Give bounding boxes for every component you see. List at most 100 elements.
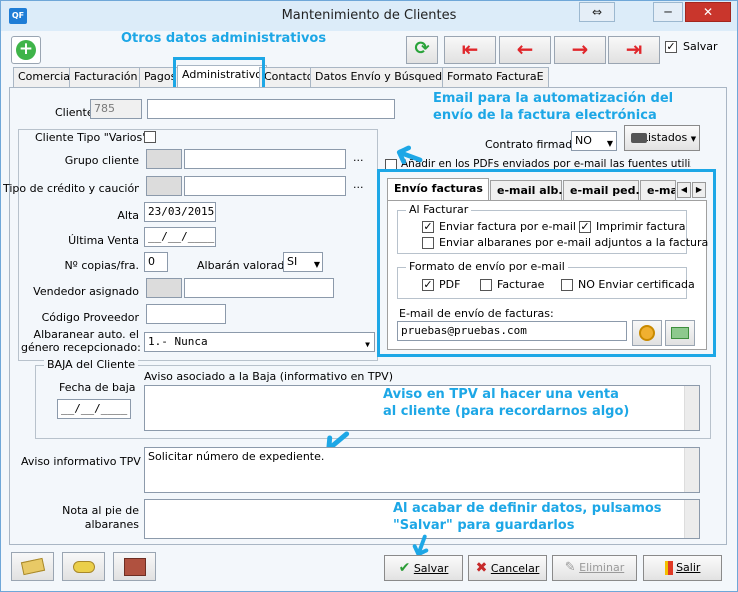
grupo-code-field[interactable] [146, 149, 182, 169]
email-tab-other[interactable]: e-mail [640, 180, 676, 201]
minimize-button[interactable]: ─ [653, 2, 683, 22]
tipo-varios-checkbox[interactable] [144, 131, 156, 143]
footer-tool-3-button[interactable] [113, 552, 156, 581]
vendedor-code-field[interactable] [146, 278, 182, 298]
salvar-checkbox[interactable]: ✓ [665, 41, 677, 53]
cliente-label: Cliente [55, 106, 94, 119]
annotation-salvar: Al acabar de definir datos, pulsamos "Sa… [393, 501, 662, 533]
grupo-name-field[interactable] [184, 149, 346, 169]
chevron-down-icon: ▼ [606, 139, 613, 148]
enviar-factura-checkbox[interactable]: ✓ [422, 221, 434, 233]
refresh-button[interactable]: ⟳ [406, 36, 438, 64]
cancelar-label: Cancelar [490, 562, 540, 575]
tab-datos-envio[interactable]: Datos Envío y Búsqueda [310, 67, 454, 87]
tab-scroll-left-icon[interactable]: ◀ [677, 182, 691, 198]
add-button[interactable]: + [11, 36, 41, 64]
previous-record-button[interactable]: ← [499, 36, 551, 64]
vendedor-name-field[interactable] [184, 278, 334, 298]
check-icon: ✔ [398, 560, 411, 576]
albaranear-value: 1.- Nunca [148, 335, 208, 348]
fecha-baja-field[interactable]: __/__/____ [57, 399, 131, 419]
refresh-icon: ⟳ [414, 38, 430, 59]
credito-code-field[interactable] [146, 176, 182, 196]
cliente-code-field[interactable]: 785 [90, 99, 142, 119]
pdf-checkbox[interactable]: ✓ [422, 279, 434, 291]
aviso-tpv-label: Aviso informativo TPV [21, 455, 141, 468]
ultima-venta-field[interactable]: __/__/____ [144, 227, 216, 247]
alta-date-field[interactable]: 23/03/2015 [144, 202, 216, 222]
package-icon [124, 558, 146, 576]
last-arrow-icon: ⇥ [625, 37, 643, 61]
copias-label: Nº copias/fra. [64, 259, 139, 272]
email-send-button[interactable] [665, 320, 695, 346]
alta-label: Alta [117, 209, 139, 222]
footer-tool-2-button[interactable] [62, 552, 105, 581]
contrato-value: NO [575, 134, 592, 147]
restore-button[interactable]: ⇔ [579, 2, 615, 22]
albaranear-label-2: género recepcionado: [21, 341, 141, 354]
proveedor-field[interactable] [146, 304, 226, 324]
credito-name-field[interactable] [184, 176, 346, 196]
aviso-tpv-textarea[interactable]: Solicitar número de expediente. [144, 447, 700, 493]
facturae-checkbox[interactable] [480, 279, 492, 291]
salvar-button[interactable]: ✔ Salvar [384, 555, 463, 581]
copias-field[interactable]: 0 [144, 252, 168, 272]
aviso-baja-label: Aviso asociado a la Baja (informativo en… [144, 370, 393, 383]
tab-scroll-right-icon[interactable]: ▶ [692, 182, 706, 198]
al-facturar-title: Al Facturar [406, 203, 472, 216]
nota-label-1: Nota al pie de [62, 504, 139, 517]
enviar-albaranes-checkbox[interactable] [422, 237, 434, 249]
contrato-select[interactable]: NO ▼ [571, 131, 617, 151]
email-tab-pedidos[interactable]: e-mail ped. [563, 180, 640, 201]
salir-label: Salir [676, 561, 701, 574]
nota-scrollbar[interactable] [684, 500, 699, 538]
listados-button[interactable]: Listados ▼ [624, 125, 700, 151]
last-record-button[interactable]: ⇥ [608, 36, 660, 64]
eliminar-button[interactable]: ✎ Eliminar [552, 555, 637, 581]
email-tab-facturas[interactable]: Envío facturas [387, 178, 489, 202]
credito-label: Tipo de crédito y caución [3, 182, 139, 195]
tab-formato-facturae[interactable]: Formato FacturaE [442, 67, 549, 87]
coins-icon [73, 561, 95, 573]
right-arrow-icon: → [571, 37, 589, 61]
grupo-label: Grupo cliente [64, 154, 139, 167]
chevron-down-icon: ▼ [690, 135, 697, 143]
albaranear-label-1: Albaranear auto. el [33, 328, 139, 341]
no-certificada-label: NO Enviar certificada [578, 278, 695, 291]
no-certificada-checkbox[interactable] [561, 279, 573, 291]
imprimir-factura-checkbox[interactable]: ✓ [579, 221, 591, 233]
albaranear-select[interactable]: 1.- Nunca ▼ [144, 332, 375, 352]
fecha-baja-label: Fecha de baja [59, 381, 136, 394]
first-arrow-icon: ⇤ [461, 37, 479, 61]
enviar-albaranes-label: Enviar albaranes por e-mail adjuntos a l… [439, 236, 709, 249]
salvar-label: Salvar [413, 562, 449, 575]
tipo-varios-label: Cliente Tipo "Varios" [35, 131, 148, 144]
grupo-lookup-button[interactable]: ... [353, 151, 364, 164]
email-settings-button[interactable] [632, 320, 662, 346]
aviso-baja-scrollbar[interactable] [684, 386, 699, 430]
cancelar-button[interactable]: ✖ Cancelar [468, 555, 547, 581]
close-button[interactable]: ✕ [685, 2, 731, 22]
eliminar-label: Eliminar [579, 561, 625, 574]
email-tab-albaranes[interactable]: e-mail alb. [490, 180, 563, 201]
albaran-valorado-label: Albarán valorado [197, 259, 292, 272]
annotation-email: Email para la automatización del envío d… [433, 91, 674, 123]
formato-envio-title: Formato de envío por e-mail [406, 260, 568, 273]
next-record-button[interactable]: → [554, 36, 606, 64]
aviso-tpv-scrollbar[interactable] [684, 448, 699, 492]
email-envio-field[interactable]: pruebas@pruebas.com [397, 321, 627, 341]
albaran-valorado-select[interactable]: SI ▼ [283, 252, 323, 272]
cliente-name-field[interactable] [147, 99, 395, 119]
credito-lookup-button[interactable]: ... [353, 178, 364, 191]
salir-button[interactable]: Salir [643, 555, 722, 581]
tab-facturacion[interactable]: Facturación [69, 67, 143, 87]
first-record-button[interactable]: ⇤ [444, 36, 496, 64]
vendedor-label: Vendedor asignado [33, 285, 139, 298]
facturae-label: Facturae [497, 278, 545, 291]
chevron-down-icon: ▼ [365, 340, 370, 349]
baja-title: BAJA del Cliente [44, 358, 139, 371]
footer-tool-1-button[interactable] [11, 552, 54, 581]
printer-icon [631, 133, 647, 143]
salvar-checkbox-label: Salvar [683, 40, 718, 53]
imprimir-factura-label: Imprimir factura [596, 220, 686, 233]
